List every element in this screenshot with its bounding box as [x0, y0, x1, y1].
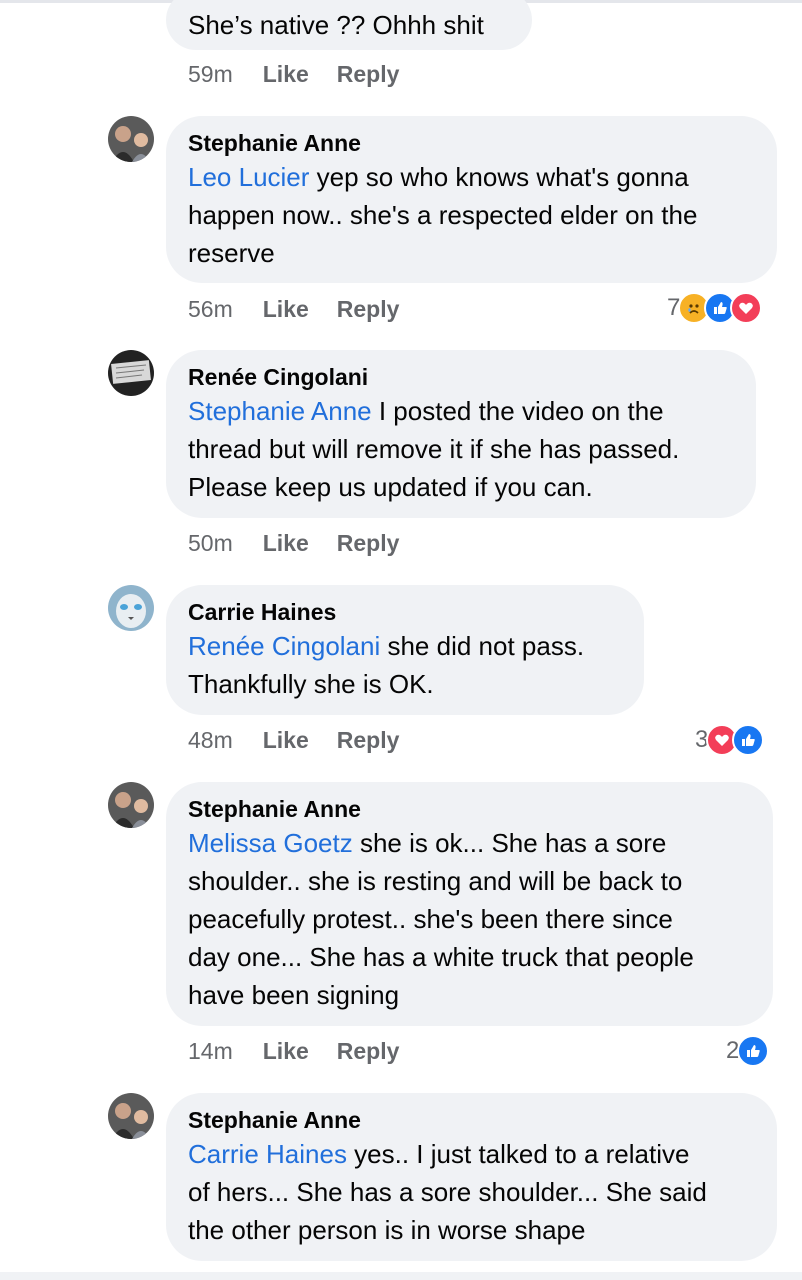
love-react-icon	[730, 292, 763, 324]
comment-time[interactable]: 14m	[188, 1038, 233, 1064]
comment-time[interactable]: 59m	[188, 61, 233, 87]
comment-actions: 48m Like Reply	[188, 727, 427, 754]
like-react-icon	[732, 724, 765, 756]
comment-actions: 56m Like Reply	[188, 296, 427, 323]
comment-bubble: Renée Cingolani Stephanie Anne I posted …	[166, 350, 756, 518]
avatar[interactable]	[108, 116, 154, 162]
comment-text: She’s native ?? Ohhh shit	[188, 10, 484, 40]
comment-time[interactable]: 48m	[188, 727, 233, 753]
bottom-edge	[0, 1272, 802, 1280]
reaction-summary[interactable]: 2	[726, 1035, 770, 1067]
comment-bubble: Stephanie Anne Leo Lucier yep so who kno…	[166, 116, 777, 283]
comment-text: Melissa Goetz she is ok... She has a sor…	[188, 828, 694, 1010]
mention-link[interactable]: Carrie Haines	[188, 1139, 347, 1169]
comment-time[interactable]: 50m	[188, 530, 233, 556]
comment-bubble: Stephanie Anne Carrie Haines yes.. I jus…	[166, 1093, 777, 1261]
reaction-summary[interactable]: 7	[667, 292, 763, 324]
comment-text: Stephanie Anne I posted the video on the…	[188, 396, 680, 502]
comment-text: Leo Lucier yep so who knows what's gonna…	[188, 162, 698, 268]
comment-text: Renée Cingolani she did not pass. Thankfu…	[188, 631, 585, 699]
avatar[interactable]	[108, 585, 154, 631]
comment-actions: 50m Like Reply	[188, 530, 427, 557]
comment-author[interactable]: Renée Cingolani	[188, 362, 734, 392]
comment-bubble: Stephanie Anne Melissa Goetz she is ok..…	[166, 782, 773, 1026]
comment-author[interactable]: Stephanie Anne	[188, 794, 751, 824]
mention-link[interactable]: Leo Lucier	[188, 162, 309, 192]
avatar[interactable]	[108, 350, 154, 396]
comment-author[interactable]: Stephanie Anne	[188, 1105, 755, 1135]
like-button[interactable]: Like	[263, 530, 309, 556]
comment-author[interactable]: Stephanie Anne	[188, 128, 755, 158]
avatar[interactable]	[108, 782, 154, 828]
reply-button[interactable]: Reply	[337, 296, 400, 322]
comment-actions: 59m Like Reply	[188, 61, 427, 88]
like-button[interactable]: Like	[263, 61, 309, 87]
reply-button[interactable]: Reply	[337, 727, 400, 753]
comment-actions: 14m Like Reply	[188, 1038, 427, 1065]
like-button[interactable]: Like	[263, 296, 309, 322]
comment-time[interactable]: 56m	[188, 296, 233, 322]
mention-link[interactable]: Stephanie Anne	[188, 396, 372, 426]
reply-button[interactable]: Reply	[337, 1038, 400, 1064]
like-button[interactable]: Like	[263, 727, 309, 753]
avatar[interactable]	[108, 1093, 154, 1139]
reply-button[interactable]: Reply	[337, 61, 400, 87]
comment-text: Carrie Haines yes.. I just talked to a r…	[188, 1139, 707, 1245]
mention-link[interactable]: Renée Cingolani	[188, 631, 380, 661]
reaction-summary[interactable]: 3	[695, 724, 765, 756]
comment-bubble: She’s native ?? Ohhh shit	[166, 0, 532, 50]
comment-author[interactable]: Carrie Haines	[188, 597, 622, 627]
reply-button[interactable]: Reply	[337, 530, 400, 556]
like-button[interactable]: Like	[263, 1038, 309, 1064]
like-react-icon	[737, 1035, 770, 1067]
mention-link[interactable]: Melissa Goetz	[188, 828, 353, 858]
comment-bubble: Carrie Haines Renée Cingolani she did no…	[166, 585, 644, 715]
